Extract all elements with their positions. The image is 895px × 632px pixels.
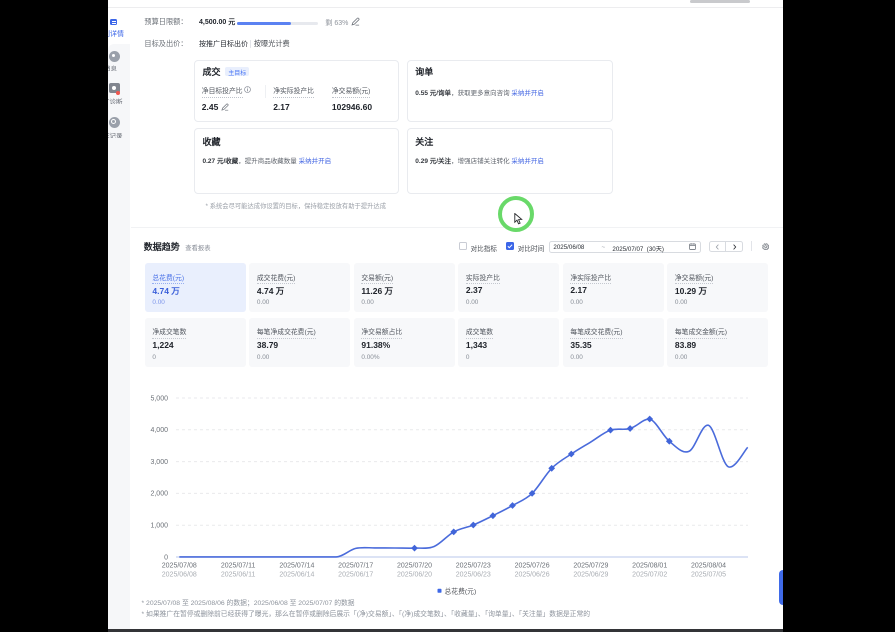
svg-text:2025/06/14: 2025/06/14 [279, 572, 314, 579]
svg-text:1,000: 1,000 [150, 523, 168, 530]
svg-text:2025/07/23: 2025/07/23 [456, 563, 491, 570]
svg-text:2025/08/01: 2025/08/01 [632, 563, 667, 570]
svg-text:4,000: 4,000 [150, 427, 168, 434]
svg-text:2025/06/26: 2025/06/26 [515, 572, 550, 579]
svg-text:2025/07/14: 2025/07/14 [279, 563, 314, 570]
svg-text:2025/06/20: 2025/06/20 [397, 572, 432, 579]
svg-text:2025/06/08: 2025/06/08 [162, 572, 197, 579]
svg-text:2025/06/29: 2025/06/29 [573, 572, 608, 579]
svg-text:2025/06/23: 2025/06/23 [456, 572, 491, 579]
svg-text:3,000: 3,000 [150, 459, 168, 466]
svg-text:2025/07/05: 2025/07/05 [691, 572, 726, 579]
svg-text:2025/07/02: 2025/07/02 [632, 572, 667, 579]
svg-text:2025/07/29: 2025/07/29 [573, 563, 608, 570]
svg-text:2025/07/17: 2025/07/17 [338, 563, 373, 570]
svg-text:2025/07/26: 2025/07/26 [515, 563, 550, 570]
svg-text:0: 0 [164, 554, 168, 561]
svg-text:总花费(元): 总花费(元) [445, 586, 477, 595]
svg-text:2,000: 2,000 [150, 491, 168, 498]
svg-text:2025/07/11: 2025/07/11 [221, 563, 256, 570]
svg-text:2025/08/04: 2025/08/04 [691, 563, 726, 570]
svg-text:5,000: 5,000 [150, 395, 168, 402]
svg-text:2025/06/11: 2025/06/11 [221, 572, 256, 579]
svg-text:2025/06/17: 2025/06/17 [338, 572, 373, 579]
svg-text:2025/07/08: 2025/07/08 [162, 563, 197, 570]
svg-text:2025/07/20: 2025/07/20 [397, 563, 432, 570]
